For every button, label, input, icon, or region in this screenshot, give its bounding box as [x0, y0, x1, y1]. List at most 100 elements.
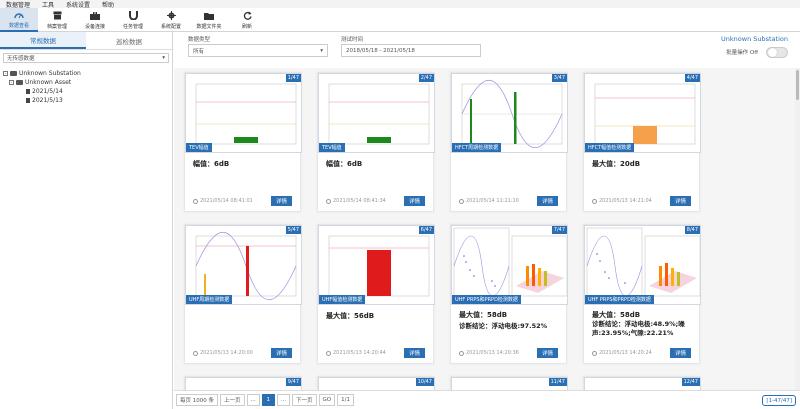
chart-thumbnail[interactable]: 10/47 [318, 377, 435, 390]
card-value: 最大值：58dB [592, 311, 641, 319]
data-card[interactable]: 6/47 UHF幅值检测数据 最大值：56dB 2021/05/13 14:20… [317, 224, 435, 364]
chart-thumbnail[interactable]: 3/47 HFCT周期检测数据 [451, 73, 568, 153]
detail-button[interactable]: 详情 [271, 348, 292, 358]
chart-thumbnail[interactable]: 9/47 [185, 377, 302, 390]
go-button[interactable]: GO [318, 394, 336, 406]
page-ellipsis[interactable]: ... [246, 394, 260, 406]
chart-thumbnail[interactable]: 11/47 [451, 377, 568, 390]
tool-task-management[interactable]: 任务管理 [114, 8, 152, 32]
card-time: 2021/05/14 11:21:10 [459, 198, 519, 204]
chart-thumbnail[interactable]: 12/47 [584, 377, 701, 390]
card-value: 最大值：58dB [459, 311, 508, 319]
detail-button[interactable]: 详情 [404, 348, 425, 358]
data-card[interactable]: 10/47 [317, 376, 435, 390]
data-card[interactable]: 8/47 UHF PRPS和PRPD检测数据 最大值：58dB 诊断结论：浮动电… [583, 224, 701, 364]
chart-thumbnail[interactable]: 7/47 UHF PRPS和PRPD检测数据 [451, 225, 568, 305]
card-time-text: 2021/05/13 14:20:24 [599, 350, 652, 356]
chart-thumbnail[interactable]: 6/47 UHF幅值检测数据 [318, 225, 435, 305]
type-badge: TEV幅值 [319, 143, 345, 152]
test-time-label: 测试时间 [341, 37, 364, 43]
detail-button[interactable]: 详情 [271, 196, 292, 206]
card-time: 2021/05/14 08:41:34 [326, 198, 386, 204]
data-card[interactable]: 2/47 TEV幅值 幅值：6dB 2021/05/14 08:41:34 详情 [317, 72, 435, 212]
tree-node-asset[interactable]: - Unknown Asset [0, 78, 172, 87]
chart-thumbnail[interactable]: 1/47 TEV幅值 [185, 73, 302, 153]
tool-archive[interactable]: 档案管理 [38, 8, 76, 32]
detail-button[interactable]: 详情 [404, 196, 425, 206]
tool-label: 系统配置 [160, 23, 181, 30]
data-card[interactable]: 4/47 HFCT幅值检测数据 最大值：20dB 2021/05/13 14:2… [583, 72, 701, 212]
type-badge: UHF PRPS和PRPD检测数据 [585, 295, 654, 304]
test-time-input[interactable]: 2018/05/18 - 2021/05/18 [341, 44, 481, 57]
chart-thumbnail[interactable]: 5/47 UHF周期检测数据 [185, 225, 302, 305]
data-type-select[interactable]: 所有 ▾ [188, 44, 328, 57]
tree-node-label: Unknown Substation [19, 70, 81, 77]
folder-icon [16, 80, 23, 85]
prev-page-button[interactable]: 上一页 [220, 394, 245, 406]
page-badge: 9/47 [285, 378, 301, 386]
sensor-select[interactable]: 无传感数据 ▾ [3, 53, 169, 63]
chart-thumbnail[interactable]: 4/47 HFCT幅值检测数据 [584, 73, 701, 153]
tab-inspection-data[interactable]: 巡检数据 [86, 32, 172, 49]
card-time-text: 2021/05/14 08:41:01 [200, 198, 253, 204]
pagination-bar: 每页 1000 条 上一页 ... 1 ... 下一页 GO 1/1 [1-47… [174, 390, 800, 409]
tool-device-connect[interactable]: 设备连接 [76, 8, 114, 32]
card-time: 2021/05/13 14:20:44 [326, 350, 386, 356]
card-value: 最大值：56dB [326, 312, 375, 320]
tool-data-folder[interactable]: 数据文件夹 [190, 8, 228, 32]
vertical-scrollbar[interactable] [795, 68, 800, 390]
tree-node-date[interactable]: 2021/5/14 [0, 87, 172, 96]
per-page-select[interactable]: 每页 1000 条 [176, 394, 218, 406]
record-count: [1-47/47] [762, 395, 796, 406]
card-value: 最大值：20dB [592, 160, 641, 168]
tree-node-substation[interactable]: - Unknown Substation [0, 69, 172, 78]
page-badge: 1/47 [285, 74, 301, 82]
asset-tree: - Unknown Substation - Unknown Asset 202… [0, 69, 172, 105]
clock-icon [193, 350, 198, 356]
collapse-icon[interactable]: - [9, 80, 14, 85]
card-time: 2021/05/13 14:20:24 [592, 350, 652, 356]
type-badge: UHF幅值检测数据 [319, 295, 366, 304]
tool-label: 档案管理 [46, 23, 67, 30]
data-card[interactable]: 3/47 HFCT周期检测数据 2021/05/14 11:21:10 详情 [450, 72, 568, 212]
chart-thumbnail[interactable]: 8/47 UHF PRPS和PRPD检测数据 [584, 225, 701, 305]
page-number-current[interactable]: 1 [261, 394, 275, 406]
clock-icon [459, 350, 464, 356]
page-badge: 2/47 [418, 74, 434, 82]
tree-node-date[interactable]: 2021/5/13 [0, 96, 172, 105]
detail-button[interactable]: 详情 [670, 196, 691, 206]
tool-data-view[interactable]: 数据查看 [0, 8, 38, 32]
detail-button[interactable]: 详情 [670, 348, 691, 358]
scrollbar-thumb[interactable] [796, 70, 799, 100]
tool-label: 数据文件夹 [196, 23, 222, 30]
type-badge: HFCT周期检测数据 [452, 143, 502, 152]
page-badge: 6/47 [418, 226, 434, 234]
card-value: 幅值：6dB [193, 160, 230, 168]
file-icon [26, 98, 30, 103]
data-card[interactable]: 12/47 [583, 376, 701, 390]
card-time-text: 2021/05/13 14:20:44 [333, 350, 386, 356]
tool-label: 设备连接 [84, 23, 105, 30]
chart-thumbnail[interactable]: 2/47 TEV幅值 [318, 73, 435, 153]
page-badge: 10/47 [415, 378, 434, 386]
page-badge: 5/47 [285, 226, 301, 234]
collapse-icon[interactable]: - [3, 71, 8, 76]
tool-system-config[interactable]: 系统配置 [152, 8, 190, 32]
data-card[interactable]: 11/47 [450, 376, 568, 390]
magnet-icon [128, 11, 138, 21]
data-card[interactable]: 9/47 [184, 376, 302, 390]
tool-refresh[interactable]: 刷新 [228, 8, 266, 32]
data-card[interactable]: 5/47 UHF周期检测数据 2021/05/13 14:20:00 详情 [184, 224, 302, 364]
data-card[interactable]: 7/47 UHF PRPS和PRPD检测数据 最大值：58dB 诊断结论：浮动电… [450, 224, 568, 364]
page-badge: 12/47 [681, 378, 700, 386]
next-page-button[interactable]: 下一页 [292, 394, 317, 406]
type-badge: UHF周期检测数据 [186, 295, 233, 304]
data-card[interactable]: 1/47 TEV幅值 幅值：6dB 2021/05/14 08:41:01 详情 [184, 72, 302, 212]
page-ellipsis[interactable]: ... [276, 394, 291, 406]
tab-regular-data[interactable]: 常规数据 [0, 32, 86, 49]
station-link[interactable]: Unknown Substation [721, 35, 788, 43]
detail-button[interactable]: 详情 [537, 196, 558, 206]
detail-button[interactable]: 详情 [537, 348, 558, 358]
tree-node-label: Unknown Asset [25, 79, 72, 86]
batch-operation-toggle[interactable] [766, 47, 788, 58]
